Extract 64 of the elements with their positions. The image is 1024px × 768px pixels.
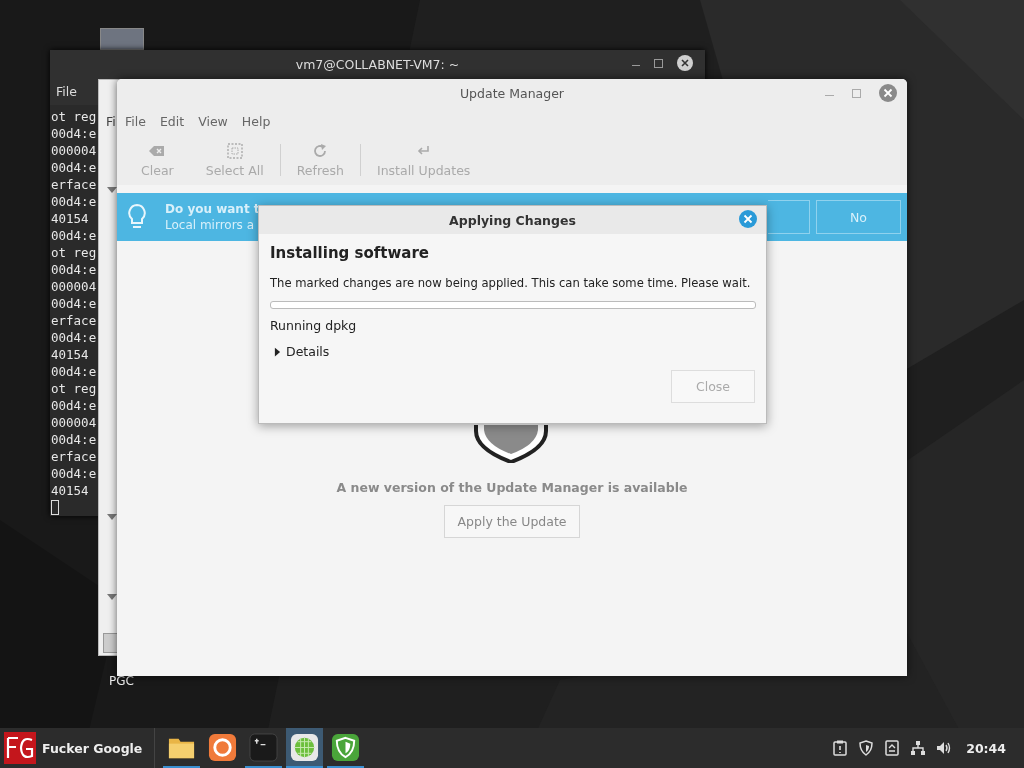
terminal-icon [249, 732, 279, 762]
terminal-line: 00d4:e [51, 159, 97, 176]
shield-icon[interactable] [858, 740, 875, 756]
window-title: Update Manager [459, 85, 564, 101]
volume-icon[interactable] [936, 740, 953, 756]
menu-item[interactable]: Fi [106, 114, 116, 129]
status-text: Running dpkg [270, 318, 357, 333]
apply-update-button[interactable]: Apply the Update [444, 505, 580, 538]
dialog-title: Applying Changes [449, 212, 576, 228]
menu-logo-icon[interactable] [4, 732, 36, 764]
terminal-line: 00d4:e [51, 465, 97, 482]
close-button[interactable] [677, 55, 693, 71]
globe-app-button[interactable] [286, 728, 324, 768]
update-message: A new version of the Update Manager is available [336, 480, 688, 495]
shield-icon [331, 732, 361, 762]
desktop-icon-label[interactable]: PGC [109, 674, 134, 688]
terminal-line: 40154 [51, 346, 89, 363]
terminal-line: ot reg [51, 380, 97, 397]
terminal-line: 000004 [51, 278, 97, 295]
terminal-line: 40154 [51, 482, 89, 499]
terminal-line: 00d4:e [51, 363, 97, 380]
window-title: vm7@COLLABNET-VM7: ~ [295, 56, 460, 72]
terminal-line: ot reg [51, 108, 97, 125]
desktop-icon[interactable] [100, 28, 144, 50]
terminal-line: erface [51, 176, 97, 193]
maximize-button[interactable] [654, 58, 663, 68]
terminal-line: 40154 [51, 210, 89, 227]
text-cursor [51, 500, 59, 515]
terminal-line: 00d4:e [51, 193, 97, 210]
update-icon[interactable] [884, 740, 901, 756]
terminal-line: erface [51, 448, 97, 465]
terminal-line: 00d4:e [51, 397, 97, 414]
dropdown-arrow-icon[interactable] [107, 594, 117, 600]
terminal-line: 000004 [51, 414, 97, 431]
terminal-line: erface [51, 312, 97, 329]
dropdown-arrow-icon[interactable] [107, 514, 117, 520]
menu-item[interactable]: Edit [159, 113, 185, 129]
terminal-line: 000004 [51, 142, 97, 159]
minimize-button[interactable] [632, 64, 640, 66]
info-text: Local mirrors a [165, 217, 256, 233]
clock[interactable]: 20:44 [966, 740, 1006, 756]
terminal-line: 00d4:e [51, 227, 97, 244]
terminal-line: 00d4:e [51, 125, 97, 142]
terminal-line: 00d4:e [51, 261, 97, 278]
collapsed-triangle-icon [274, 346, 281, 357]
terminal-line: 00d4:e [51, 295, 97, 312]
menu-label[interactable]: Fucker Google [42, 740, 143, 756]
selection-icon [225, 142, 244, 160]
terminal-line: 00d4:e [51, 329, 97, 346]
globe-icon [290, 732, 320, 762]
menu-item[interactable]: File [125, 113, 146, 129]
menu-item[interactable]: File [56, 84, 77, 99]
terminal-line: ot reg [51, 244, 97, 261]
dialog-message: The marked changes are now being applied. This can take some time. Please wait. [270, 276, 751, 290]
dialog-heading: Installing software [270, 244, 430, 262]
lightbulb-icon [127, 203, 147, 231]
dropdown-arrow-icon[interactable] [107, 187, 117, 193]
details-expander[interactable]: Details [270, 344, 330, 359]
ring-icon [208, 732, 238, 762]
terminal-line: 00d4:e [51, 431, 97, 448]
menu-item[interactable]: View [198, 113, 228, 129]
clipboard-icon[interactable] [832, 740, 849, 756]
network-icon[interactable] [910, 740, 927, 756]
menu-item[interactable]: Help [241, 113, 271, 129]
